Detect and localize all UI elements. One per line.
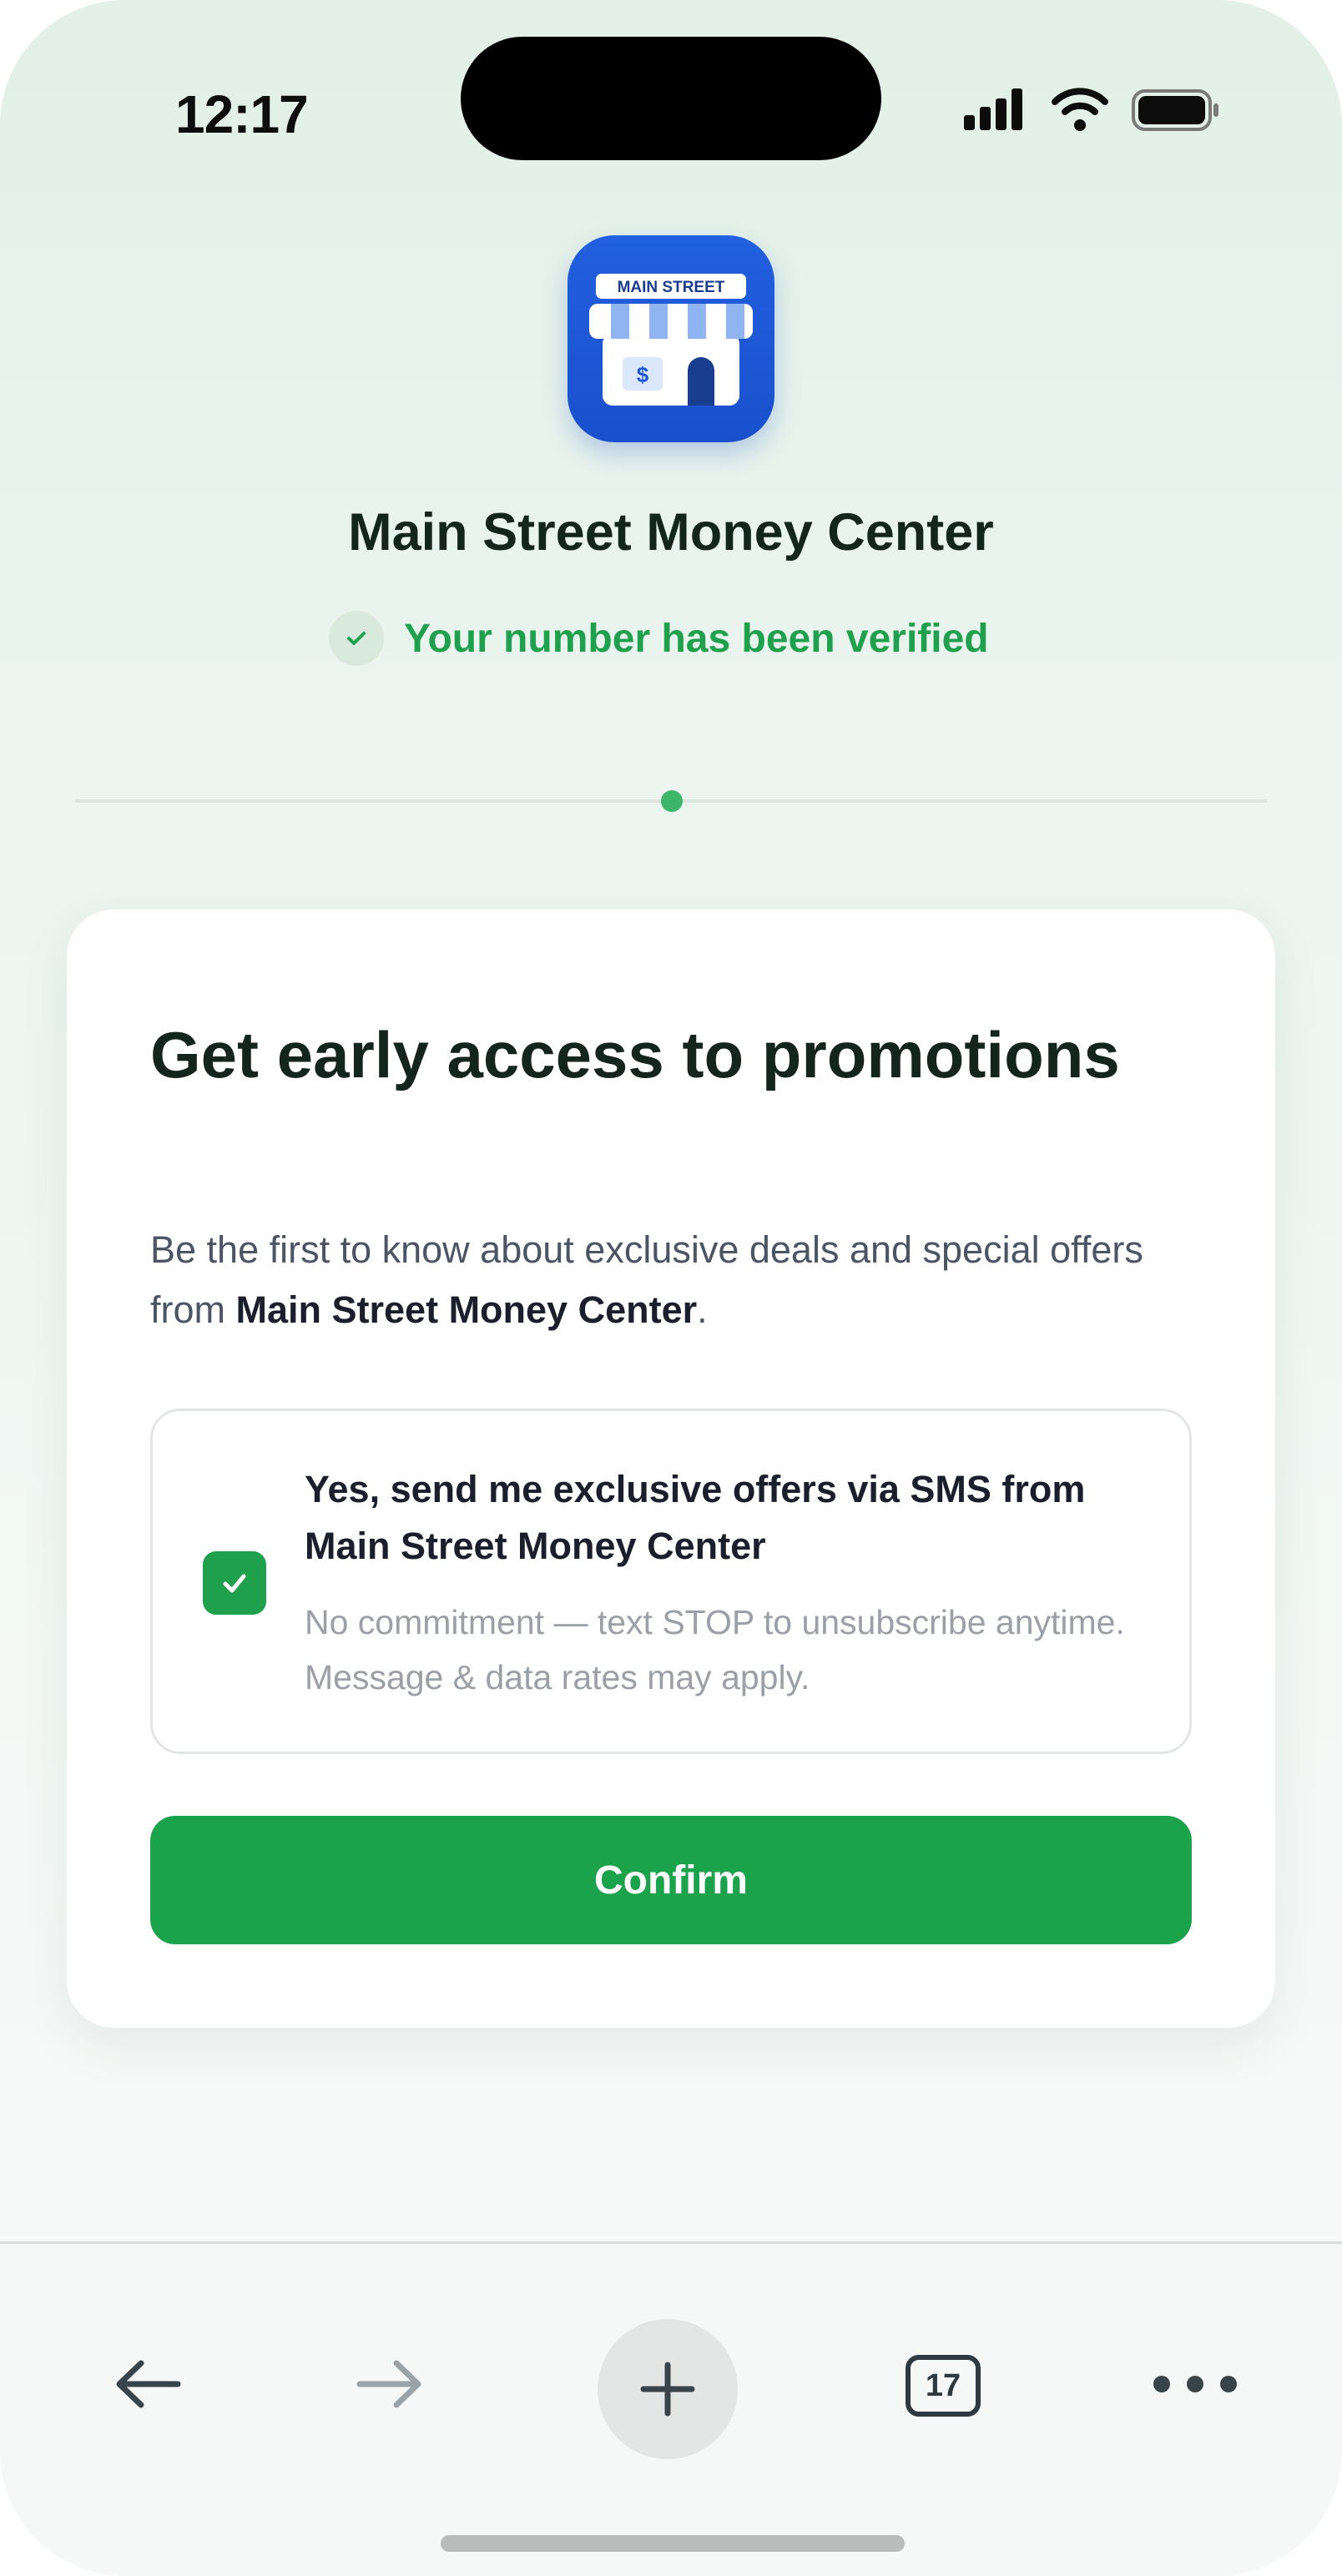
- verified-status: Your number has been verified: [329, 609, 989, 668]
- dollar-sign: $: [637, 362, 649, 387]
- wifi-icon: [1052, 88, 1108, 131]
- app-name: Main Street Money Center: [348, 503, 994, 562]
- dynamic-island: [461, 37, 881, 160]
- checkmark-icon: [223, 1574, 246, 1593]
- tabs-button[interactable]: 17: [893, 2336, 993, 2436]
- status-bar: 12:17: [0, 0, 1342, 192]
- store-sign-text: MAIN STREET: [618, 279, 725, 296]
- sms-optin-checkbox[interactable]: [203, 1551, 266, 1615]
- battery-icon: [1132, 89, 1218, 131]
- check-circle-icon: [329, 611, 384, 666]
- optin-disclaimer: No commitment — text STOP to unsubscribe…: [305, 1603, 1125, 1696]
- description-end: .: [697, 1288, 708, 1331]
- status-time: 12:17: [175, 84, 309, 144]
- progress-step-indicator: [661, 790, 683, 812]
- plus-icon: [640, 2362, 695, 2417]
- cellular-signal-icon: [964, 87, 1024, 130]
- card-title: Get early access to promotions: [150, 1018, 1120, 1091]
- description-brand: Main Street Money Center: [235, 1288, 698, 1331]
- sms-optin-option[interactable]: Yes, send me exclusive offers via SMS fr…: [150, 1409, 1192, 1754]
- tab-count: 17: [906, 2355, 981, 2417]
- optin-label: Yes, send me exclusive offers via SMS fr…: [305, 1468, 1086, 1567]
- card-description: Be the first to know about exclusive dea…: [150, 1220, 1202, 1340]
- main-street-storefront-icon: MAIN STREET $: [568, 235, 774, 442]
- back-button[interactable]: [100, 2336, 197, 2432]
- new-tab-button[interactable]: [598, 2319, 738, 2459]
- promo-card: Get early access to promotions Be the fi…: [67, 910, 1275, 2028]
- more-button[interactable]: [1137, 2336, 1254, 2432]
- forward-button[interactable]: [341, 2336, 437, 2432]
- arrow-left-icon: [116, 2360, 181, 2408]
- verified-text: Your number has been verified: [404, 616, 989, 661]
- confirm-button[interactable]: Confirm: [150, 1816, 1192, 1944]
- phone-screen: 12:17 MAIN STREET $ Main Street Money Ce…: [0, 0, 1342, 2576]
- home-indicator[interactable]: [441, 2535, 905, 2552]
- arrow-right-icon: [356, 2360, 421, 2408]
- browser-toolbar: 17: [0, 2241, 1342, 2576]
- ellipsis-icon: [1153, 2376, 1237, 2392]
